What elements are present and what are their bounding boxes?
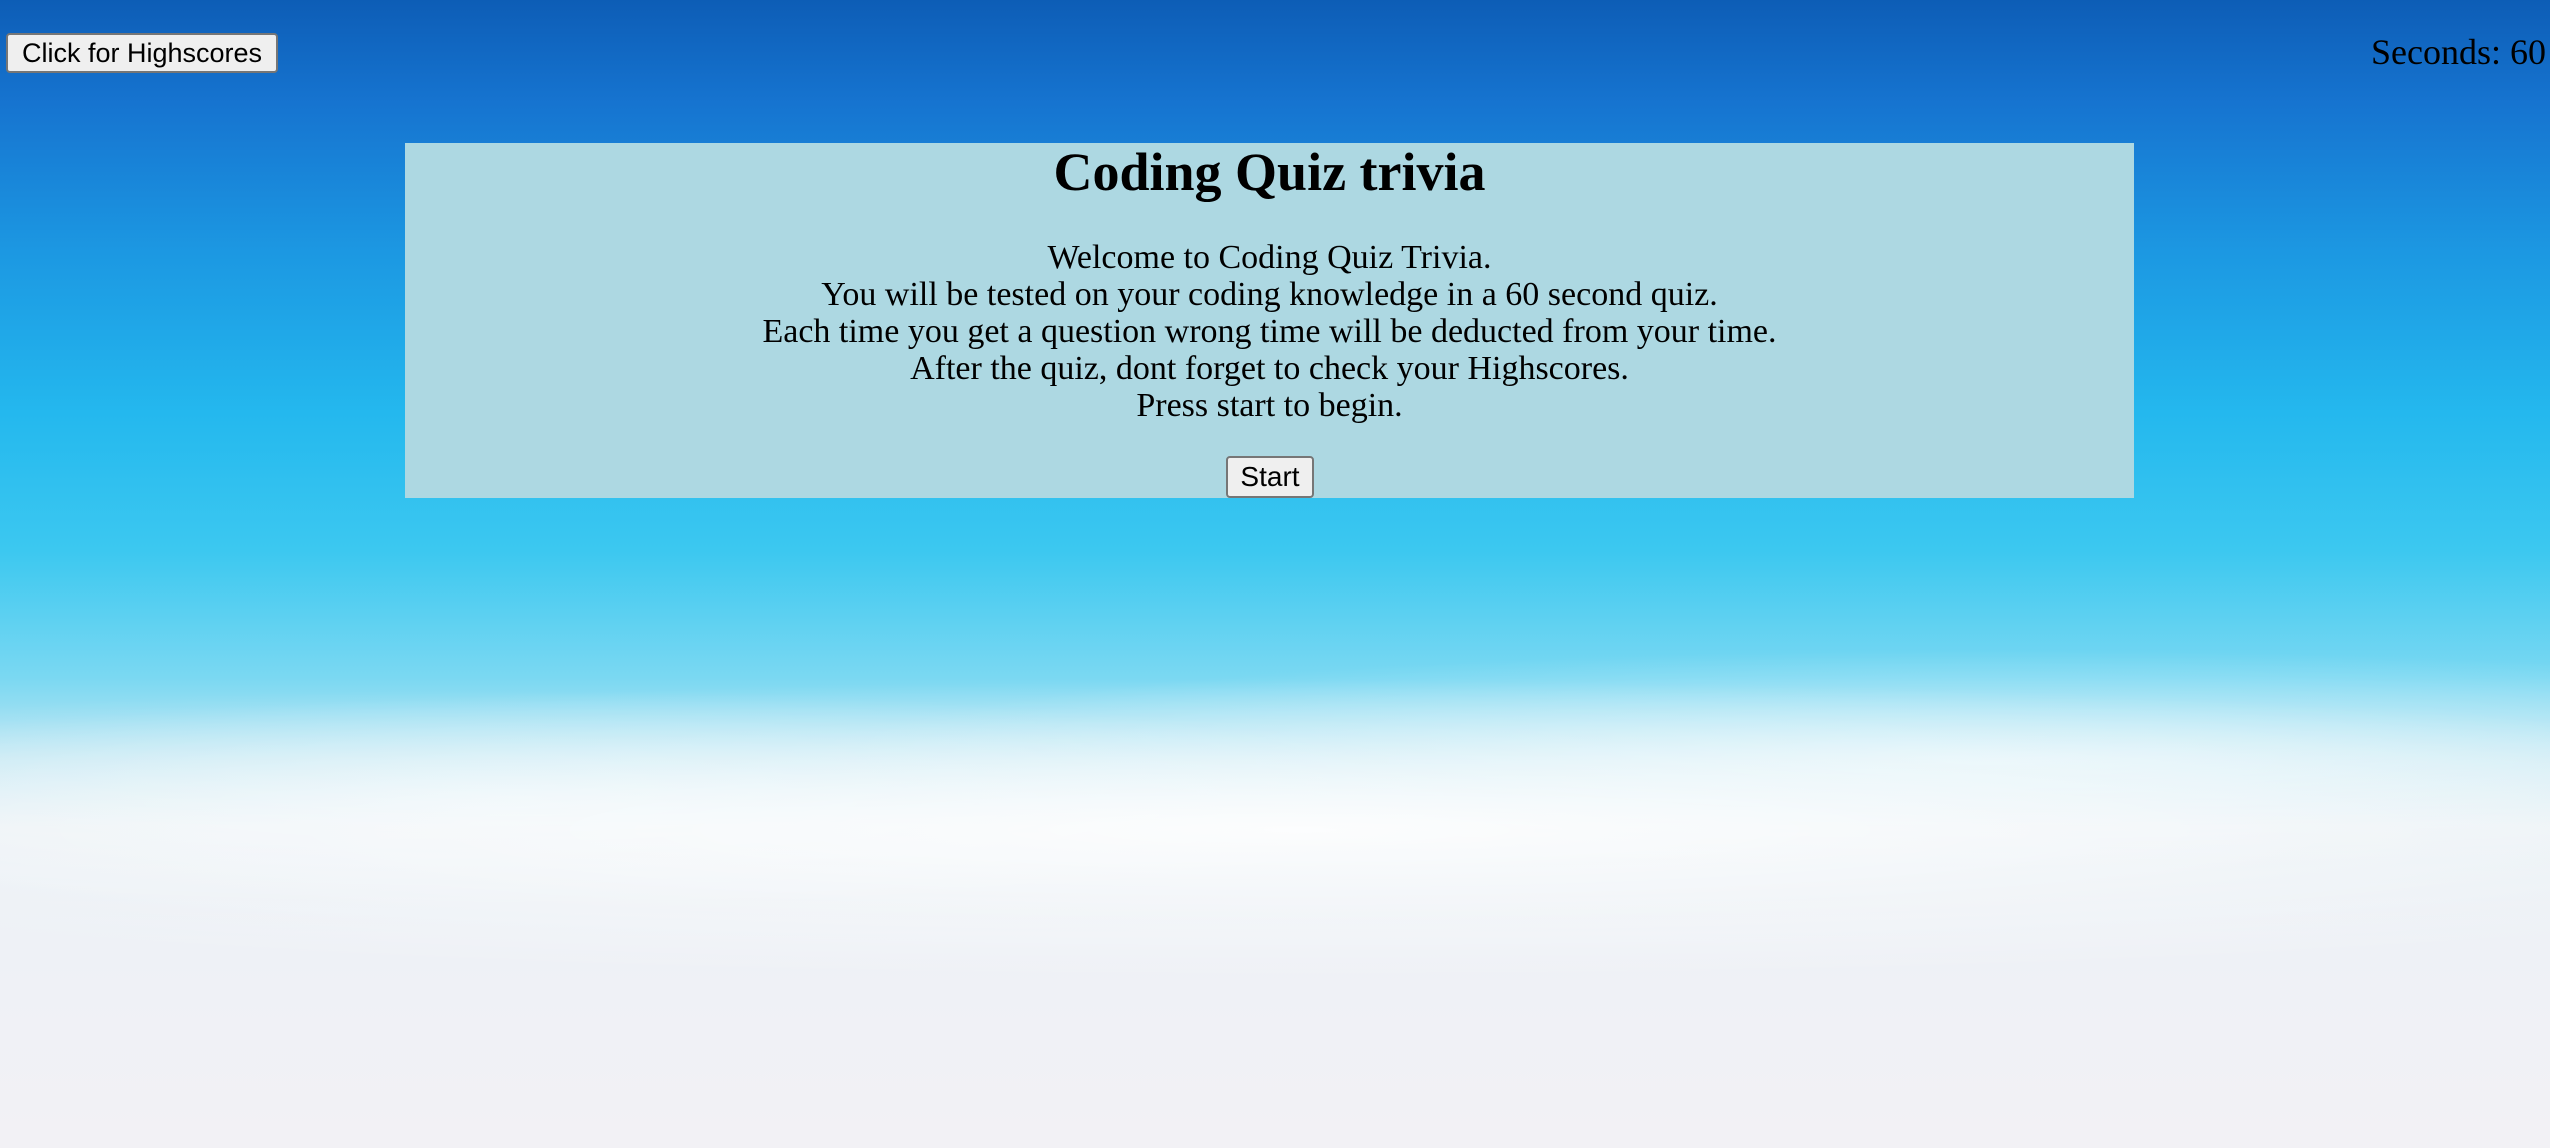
instruction-line-start: Press start to begin. xyxy=(1136,387,1403,424)
start-button[interactable]: Start xyxy=(1226,456,1314,498)
instruction-line-highscores: After the quiz, dont forget to check you… xyxy=(910,350,1629,387)
quiz-page: { "header": { "highscores_button_label":… xyxy=(0,0,2550,1148)
instruction-line-welcome: Welcome to Coding Quiz Trivia. xyxy=(1047,239,1492,276)
instruction-line-penalty: Each time you get a question wrong time … xyxy=(762,313,1777,350)
timer-display: Seconds: 60 xyxy=(2371,32,2546,72)
instruction-line-duration: You will be tested on your coding knowle… xyxy=(821,276,1718,313)
quiz-instructions: Welcome to Coding Quiz Trivia. You will … xyxy=(405,239,2134,424)
highscores-button[interactable]: Click for Highscores xyxy=(6,33,279,73)
quiz-intro-panel: Coding Quiz trivia Welcome to Coding Qui… xyxy=(405,143,2134,498)
quiz-title: Coding Quiz trivia xyxy=(1053,142,1486,202)
